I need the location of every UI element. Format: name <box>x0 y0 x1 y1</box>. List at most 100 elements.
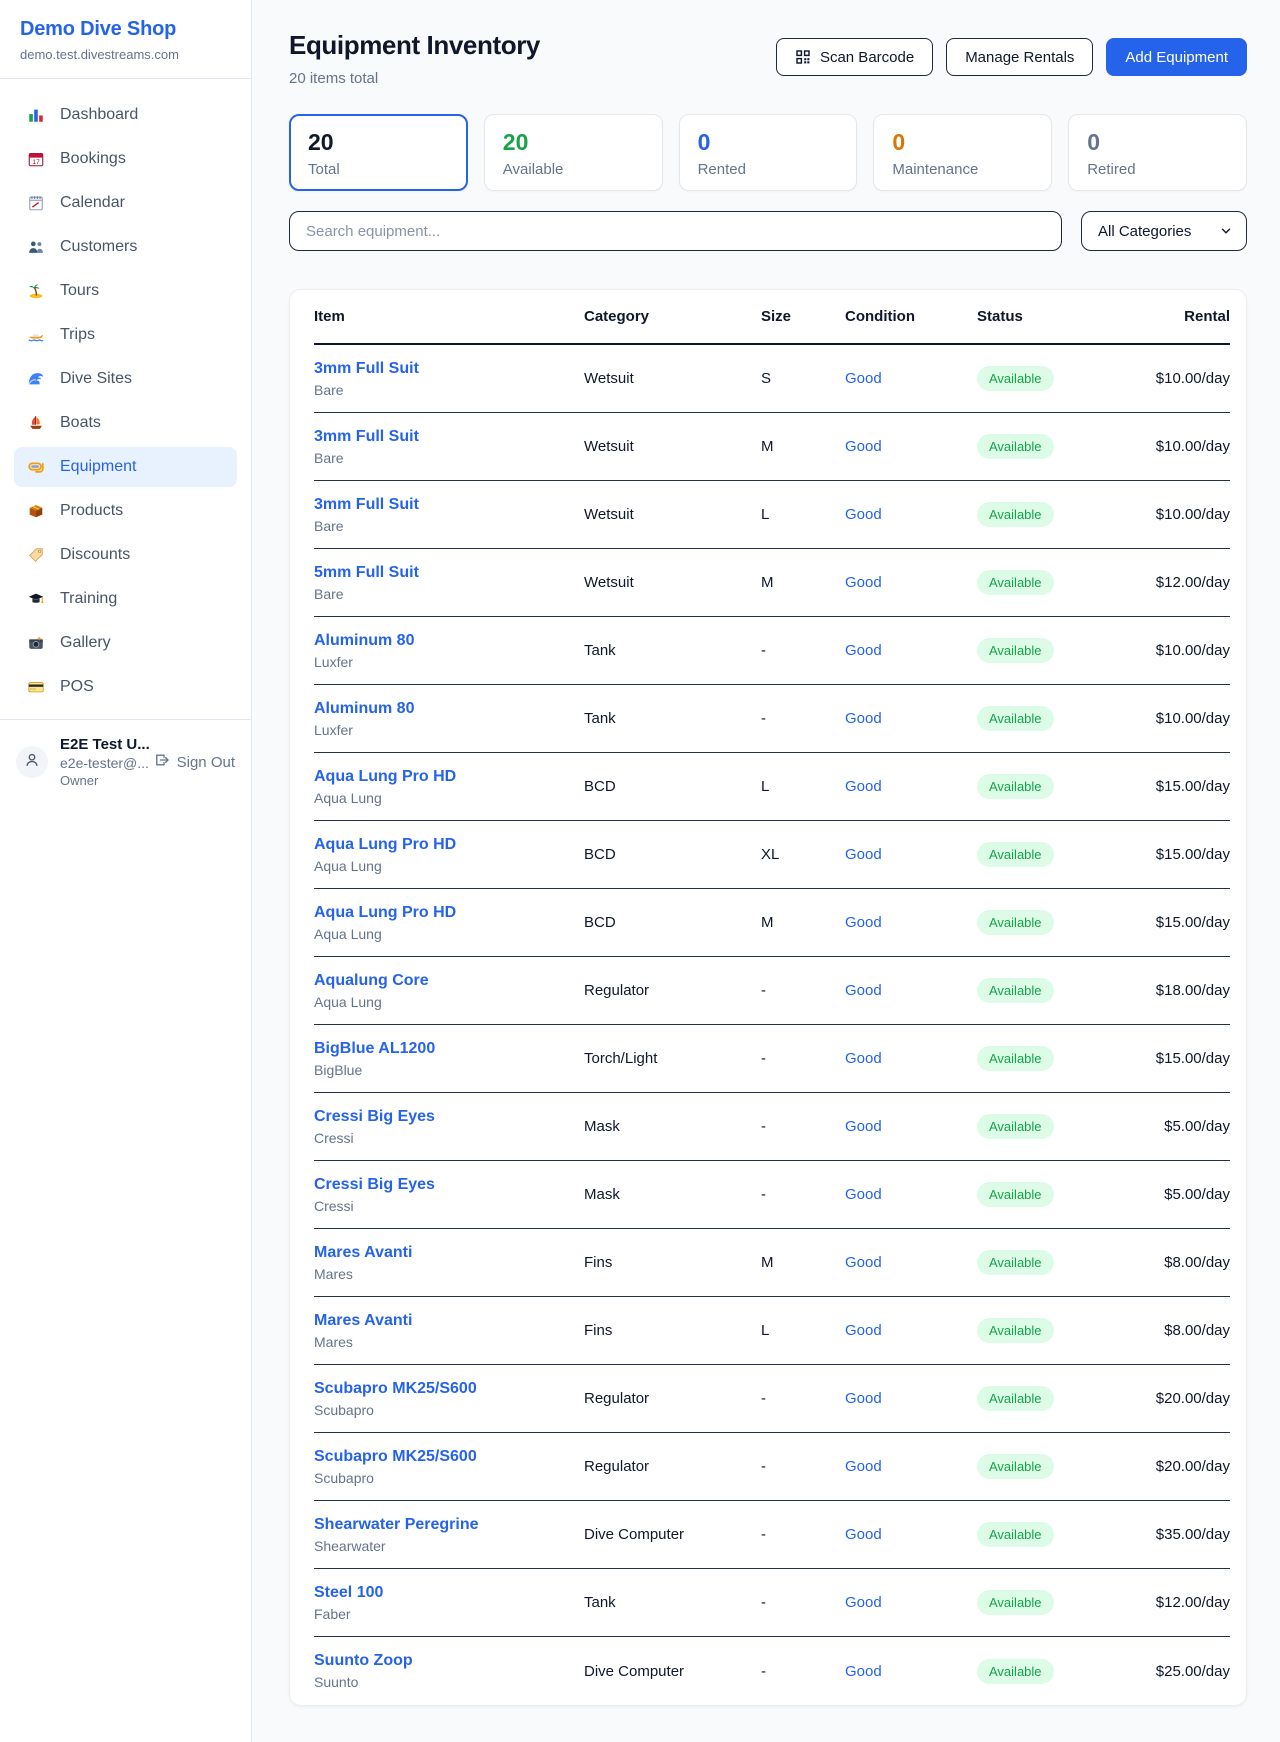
item-name-link[interactable]: Aluminum 80 <box>314 700 584 718</box>
item-name-link[interactable]: Scubapro MK25/S600 <box>314 1380 584 1398</box>
stat-card-maintenance[interactable]: 0 Maintenance <box>873 114 1052 191</box>
item-condition-link[interactable]: Good <box>845 1594 977 1611</box>
item-condition-link[interactable]: Good <box>845 574 977 591</box>
search-input[interactable] <box>289 211 1062 251</box>
item-brand: BigBlue <box>314 1062 584 1078</box>
item-size: - <box>761 710 845 727</box>
item-condition-link[interactable]: Good <box>845 642 977 659</box>
items-total-count: 20 items total <box>289 70 540 87</box>
sidebar-item-products[interactable]: Products <box>14 491 237 531</box>
item-name-link[interactable]: Aqua Lung Pro HD <box>314 836 584 854</box>
add-equipment-button[interactable]: Add Equipment <box>1106 38 1247 76</box>
item-brand: Aqua Lung <box>314 994 584 1010</box>
table-header-row: Item Category Size Condition Status Rent… <box>314 290 1230 345</box>
status-badge: Available <box>977 1182 1054 1207</box>
dive-sites-icon <box>26 369 46 389</box>
item-rental-rate: $12.00/day <box>1151 1594 1230 1611</box>
item-name-link[interactable]: 3mm Full Suit <box>314 360 584 378</box>
sidebar-item-calendar[interactable]: Calendar <box>14 183 237 223</box>
category-select-value: All Categories <box>1098 223 1191 240</box>
avatar <box>16 746 48 778</box>
sidebar-item-dive-sites[interactable]: Dive Sites <box>14 359 237 399</box>
sidebar-item-boats[interactable]: Boats <box>14 403 237 443</box>
sidebar-item-discounts[interactable]: Discounts <box>14 535 237 575</box>
scan-barcode-button[interactable]: Scan Barcode <box>776 38 933 76</box>
sidebar-item-bookings[interactable]: 17 Bookings <box>14 139 237 179</box>
item-category: Wetsuit <box>584 506 761 523</box>
sidebar-item-equipment[interactable]: Equipment <box>14 447 237 487</box>
item-condition-link[interactable]: Good <box>845 710 977 727</box>
stat-card-available[interactable]: 20 Available <box>484 114 663 191</box>
item-rental-rate: $5.00/day <box>1151 1118 1230 1135</box>
item-brand: Bare <box>314 586 584 602</box>
item-category: Wetsuit <box>584 574 761 591</box>
sidebar-item-trips[interactable]: Trips <box>14 315 237 355</box>
column-header-condition: Condition <box>845 308 977 325</box>
item-category: Regulator <box>584 1390 761 1407</box>
item-name-link[interactable]: Suunto Zoop <box>314 1652 584 1670</box>
item-rental-rate: $10.00/day <box>1151 642 1230 659</box>
manage-rentals-button[interactable]: Manage Rentals <box>946 38 1093 76</box>
item-name-link[interactable]: BigBlue AL1200 <box>314 1040 584 1058</box>
sidebar-item-pos[interactable]: POS <box>14 667 237 707</box>
status-badge: Available <box>977 1522 1054 1547</box>
item-name-link[interactable]: Cressi Big Eyes <box>314 1176 584 1194</box>
svg-text:17: 17 <box>32 159 40 166</box>
item-name-link[interactable]: Shearwater Peregrine <box>314 1516 584 1534</box>
sidebar-item-training[interactable]: Training <box>14 579 237 619</box>
table-row: BigBlue AL1200 BigBlue Torch/Light - Goo… <box>314 1025 1230 1093</box>
item-condition-link[interactable]: Good <box>845 1663 977 1680</box>
item-condition-link[interactable]: Good <box>845 1118 977 1135</box>
status-badge: Available <box>977 366 1054 391</box>
item-name-link[interactable]: Mares Avanti <box>314 1312 584 1330</box>
item-condition-link[interactable]: Good <box>845 1186 977 1203</box>
item-name-link[interactable]: 3mm Full Suit <box>314 496 584 514</box>
item-rental-rate: $15.00/day <box>1151 846 1230 863</box>
training-icon <box>26 589 46 609</box>
item-name-link[interactable]: Scubapro MK25/S600 <box>314 1448 584 1466</box>
sidebar-item-dashboard[interactable]: Dashboard <box>14 95 237 135</box>
item-condition-link[interactable]: Good <box>845 982 977 999</box>
tours-icon <box>26 281 46 301</box>
item-condition-link[interactable]: Good <box>845 1526 977 1543</box>
item-name-link[interactable]: Mares Avanti <box>314 1244 584 1262</box>
item-size: L <box>761 778 845 795</box>
item-name-link[interactable]: Cressi Big Eyes <box>314 1108 584 1126</box>
item-condition-link[interactable]: Good <box>845 370 977 387</box>
item-condition-link[interactable]: Good <box>845 778 977 795</box>
item-name-link[interactable]: 5mm Full Suit <box>314 564 584 582</box>
table-row: Aluminum 80 Luxfer Tank - Good Available… <box>314 617 1230 685</box>
item-condition-link[interactable]: Good <box>845 914 977 931</box>
item-name-link[interactable]: Aqualung Core <box>314 972 584 990</box>
item-condition-link[interactable]: Good <box>845 1458 977 1475</box>
item-name-link[interactable]: Steel 100 <box>314 1584 584 1602</box>
sidebar-item-customers[interactable]: Customers <box>14 227 237 267</box>
item-condition-link[interactable]: Good <box>845 846 977 863</box>
item-category: Mask <box>584 1118 761 1135</box>
item-condition-link[interactable]: Good <box>845 1390 977 1407</box>
item-condition-link[interactable]: Good <box>845 1322 977 1339</box>
item-condition-link[interactable]: Good <box>845 506 977 523</box>
stat-card-rented[interactable]: 0 Rented <box>679 114 858 191</box>
stat-card-retired[interactable]: 0 Retired <box>1068 114 1247 191</box>
item-condition-link[interactable]: Good <box>845 438 977 455</box>
stat-card-total[interactable]: 20 Total <box>289 114 468 191</box>
sidebar-item-tours[interactable]: Tours <box>14 271 237 311</box>
brand-title: Demo Dive Shop <box>20 18 231 41</box>
item-name-link[interactable]: Aluminum 80 <box>314 632 584 650</box>
item-condition-link[interactable]: Good <box>845 1254 977 1271</box>
item-category: Regulator <box>584 1458 761 1475</box>
item-name-link[interactable]: Aqua Lung Pro HD <box>314 768 584 786</box>
item-name-link[interactable]: Aqua Lung Pro HD <box>314 904 584 922</box>
nav: Dashboard 17 Bookings Calendar Customers… <box>0 79 251 719</box>
item-brand: Shearwater <box>314 1538 584 1554</box>
sidebar-item-gallery[interactable]: Gallery <box>14 623 237 663</box>
gallery-icon <box>26 633 46 653</box>
discounts-icon <box>26 545 46 565</box>
item-name-link[interactable]: 3mm Full Suit <box>314 428 584 446</box>
item-condition-link[interactable]: Good <box>845 1050 977 1067</box>
category-select[interactable]: All Categories <box>1081 211 1247 251</box>
item-size: S <box>761 370 845 387</box>
item-brand: Scubapro <box>314 1402 584 1418</box>
sign-out-button[interactable]: Sign Out <box>154 752 235 772</box>
